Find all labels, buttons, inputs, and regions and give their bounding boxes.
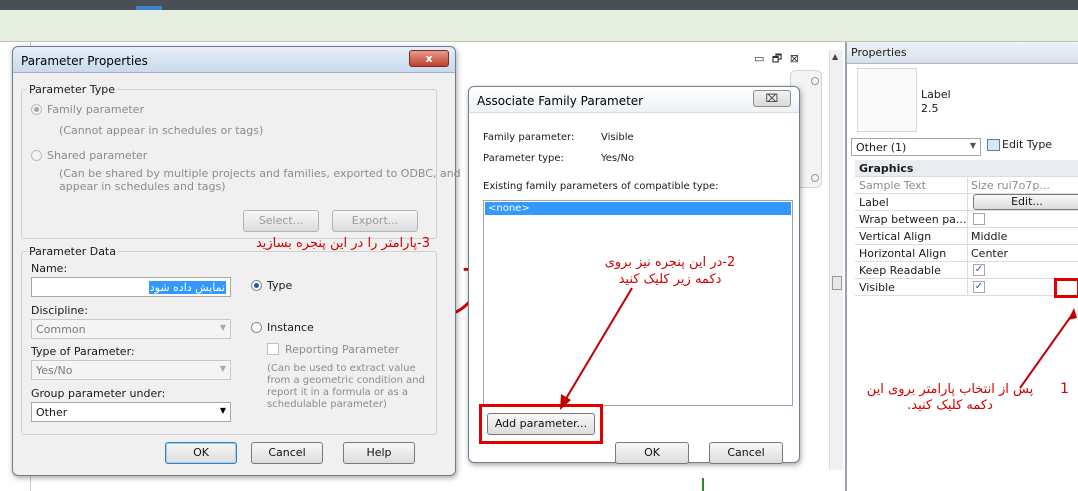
existing-parameters-label: Existing family parameters of compatible… bbox=[483, 181, 719, 192]
annotation-step1-number: 1 bbox=[1060, 381, 1069, 397]
prop-row-visible[interactable]: Visible ✓ bbox=[855, 279, 1078, 296]
list-item[interactable]: <none> bbox=[485, 202, 791, 215]
view-window-controls: ▭ 🗗 ⊠ bbox=[754, 50, 840, 66]
close-icon[interactable]: x bbox=[409, 50, 449, 67]
zoom-icon[interactable] bbox=[811, 174, 819, 182]
dialog-title: Parameter Properties bbox=[13, 47, 455, 73]
annotation-step1-line1: پس از انتخاب پارامتر بروی این bbox=[866, 382, 1034, 397]
group-under-select[interactable]: Other ▼ bbox=[31, 402, 231, 422]
ribbon-band bbox=[0, 10, 1078, 42]
prop-row-label[interactable]: Label Edit... bbox=[855, 194, 1078, 211]
instance-radio[interactable] bbox=[251, 322, 262, 333]
arrow-step2 bbox=[560, 287, 633, 410]
family-parameter-label: Family parameter bbox=[47, 103, 144, 116]
name-label: Name: bbox=[31, 262, 68, 275]
chevron-down-icon: ▼ bbox=[219, 406, 226, 415]
existing-parameters-list[interactable]: <none> bbox=[483, 200, 793, 406]
prop-row-keep-readable[interactable]: Keep Readable ✓ bbox=[855, 262, 1078, 279]
prop-row-wrap[interactable]: Wrap between pa... bbox=[855, 211, 1078, 228]
family-parameter-note: (Cannot appear in schedules or tags) bbox=[59, 124, 264, 137]
instance-radio-label: Instance bbox=[267, 321, 314, 334]
scroll-up-icon[interactable]: ▲ bbox=[832, 52, 838, 61]
chevron-down-icon: ▼ bbox=[969, 141, 976, 150]
reporting-note-2: from a geometric condition and bbox=[267, 375, 425, 386]
cancel-button[interactable]: Cancel bbox=[709, 442, 783, 464]
scroll-thumb[interactable] bbox=[832, 276, 842, 290]
reporting-note-1: (Can be used to extract value bbox=[267, 363, 416, 374]
green-guide-line bbox=[702, 478, 704, 491]
export-button[interactable]: Export... bbox=[332, 210, 418, 232]
type-of-parameter-label: Type of Parameter: bbox=[31, 345, 135, 358]
highlight-associate-button bbox=[1054, 278, 1078, 298]
annotation-step1-line2: دکمه کلیک کنید. bbox=[907, 398, 993, 413]
group-under-label: Group parameter under: bbox=[31, 387, 166, 400]
family-parameter-radio[interactable] bbox=[31, 104, 42, 115]
select-button[interactable]: Select... bbox=[243, 210, 319, 232]
parameter-type-label: Parameter type: bbox=[483, 153, 564, 164]
prop-row-sample-text[interactable]: Sample Text Size rui7o7p... bbox=[855, 177, 1078, 194]
minimize-view-icon[interactable]: ▭ bbox=[754, 52, 764, 65]
cancel-button[interactable]: Cancel bbox=[251, 442, 323, 464]
parameter-type-value: Yes/No bbox=[601, 153, 635, 164]
reporting-note-3: report it in a formula or as a bbox=[267, 387, 408, 398]
close-view-icon[interactable]: ⊠ bbox=[790, 52, 799, 65]
reporting-parameter-label: Reporting Parameter bbox=[285, 343, 400, 356]
associate-dialog-title: Associate Family Parameter bbox=[469, 87, 799, 113]
edit-type-button[interactable]: Edit Type bbox=[987, 138, 1052, 151]
type-of-parameter-select[interactable]: Yes/No ▼ bbox=[31, 360, 231, 380]
shared-parameter-radio[interactable] bbox=[31, 150, 42, 161]
properties-title: Properties bbox=[847, 42, 1078, 64]
reporting-note-4: schedulable parameter) bbox=[267, 399, 387, 410]
visible-checkbox[interactable]: ✓ bbox=[973, 281, 985, 293]
family-parameter-label: Family parameter: bbox=[483, 132, 575, 143]
type-name: Label bbox=[921, 88, 951, 101]
help-button[interactable]: Help bbox=[343, 442, 415, 464]
type-radio[interactable] bbox=[251, 280, 262, 291]
chevron-down-icon: ▼ bbox=[219, 364, 226, 373]
shared-parameter-label: Shared parameter bbox=[47, 149, 148, 162]
parameter-data-label: Parameter Data bbox=[27, 245, 118, 258]
parameter-type-label: Parameter Type bbox=[27, 83, 117, 96]
shared-parameter-note-2: appear in schedules and tags) bbox=[59, 180, 226, 193]
type-radio-label: Type bbox=[267, 279, 293, 292]
section-graphics[interactable]: Graphics bbox=[855, 160, 1078, 177]
keep-readable-checkbox[interactable]: ✓ bbox=[973, 264, 985, 276]
parameter-properties-dialog: Parameter Properties x Parameter Type Fa… bbox=[12, 46, 461, 476]
title-bar bbox=[0, 0, 1078, 10]
prop-row-vertical-align[interactable]: Vertical Align Middle bbox=[855, 228, 1078, 245]
close-icon[interactable]: ⌧ bbox=[753, 90, 791, 107]
wrap-checkbox[interactable] bbox=[973, 213, 985, 225]
canvas-scrollbar[interactable]: ▲ bbox=[829, 50, 843, 470]
edit-type-icon bbox=[987, 139, 1000, 151]
family-parameter-value: Visible bbox=[601, 132, 634, 143]
instance-filter-dropdown[interactable]: Other (1) ▼ bbox=[851, 138, 981, 156]
restore-view-icon[interactable]: 🗗 bbox=[772, 50, 782, 69]
label-edit-button[interactable]: Edit... bbox=[973, 194, 1078, 210]
type-size: 2.5 bbox=[921, 102, 939, 115]
prop-row-horizontal-align[interactable]: Horizontal Align Center bbox=[855, 245, 1078, 262]
ok-button[interactable]: OK bbox=[615, 442, 689, 464]
shared-parameter-note-1: (Can be shared by multiple projects and … bbox=[59, 167, 461, 180]
chevron-down-icon: ▼ bbox=[219, 323, 226, 332]
nav-wheel-icon[interactable] bbox=[811, 77, 819, 85]
annotation-step3: 3-پارامتر را در این پنجره بسازید bbox=[255, 236, 430, 251]
reporting-parameter-checkbox[interactable] bbox=[267, 343, 279, 355]
name-field[interactable]: نمایش داده شود bbox=[31, 277, 231, 297]
type-preview bbox=[857, 68, 917, 132]
ok-button[interactable]: OK bbox=[165, 442, 237, 464]
properties-panel: Properties Label 2.5 Other (1) ▼ Edit Typ… bbox=[845, 42, 1078, 491]
discipline-label: Discipline: bbox=[31, 304, 88, 317]
annotation-step2-line1: 2-در این پنجره نیز بروی bbox=[604, 255, 736, 270]
discipline-select[interactable]: Common ▼ bbox=[31, 319, 231, 339]
